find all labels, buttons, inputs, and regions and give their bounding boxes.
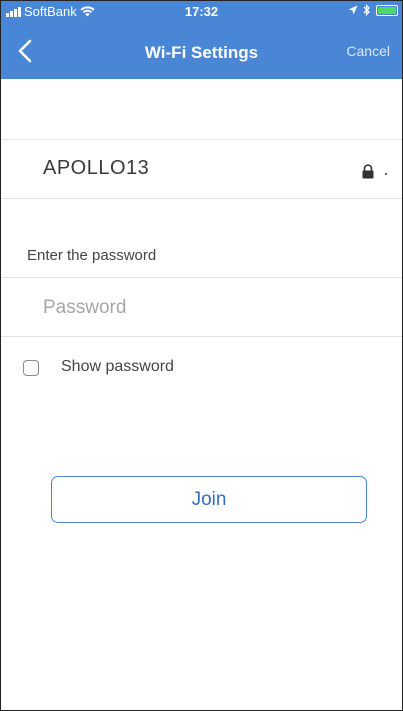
divider [1,139,402,140]
network-name: APOLLO13 [43,157,150,179]
cancel-button[interactable]: Cancel [346,43,390,59]
show-password-label[interactable]: Show password [61,358,174,376]
password-section-label: Enter the password [27,247,157,264]
join-button[interactable]: Join [51,476,367,523]
divider [1,198,402,199]
page-title: Wi-Fi Settings [144,43,259,62]
show-password-checkbox[interactable] [23,360,39,376]
battery-icon [376,4,398,16]
screen: SoftBank 17:32 Wi-Fi Settings Cancel APO… [0,0,403,711]
battery-level [378,6,396,14]
nav-bar: Wi-Fi Settings Cancel [1,23,402,79]
bluetooth-icon [363,4,370,16]
status-time: 17:32 [184,4,219,19]
location-arrow-icon [348,5,358,15]
lock-icon [362,164,374,179]
status-bar: SoftBank 17:32 [1,1,402,23]
header: SoftBank 17:32 Wi-Fi Settings Cancel [1,1,402,79]
password-input[interactable] [43,291,373,325]
lock-indicator-dot [385,173,387,175]
status-right [348,4,398,16]
divider [1,336,402,337]
divider [1,277,402,278]
